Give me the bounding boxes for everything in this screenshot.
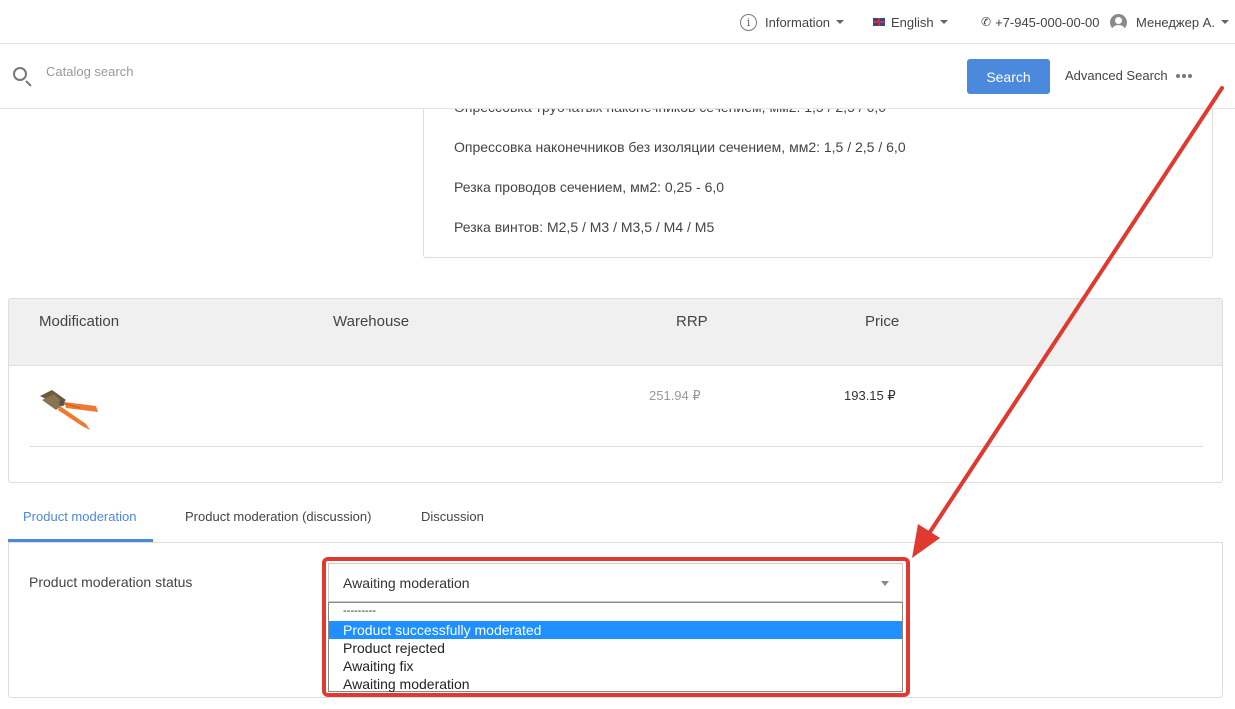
- tab-product-moderation-discussion[interactable]: Product moderation (discussion): [185, 509, 371, 524]
- tab-discussion[interactable]: Discussion: [421, 509, 484, 524]
- modifications-table: Modification Warehouse RRP Price 251.94 …: [8, 298, 1223, 483]
- crimping-pliers-image[interactable]: [36, 384, 102, 434]
- spec-line: Резка винтов: М2,5 / М3 / М3,5 / М4 / М5: [454, 219, 715, 235]
- phone-number: +7-945-000-00-00: [995, 14, 1100, 30]
- phone-link[interactable]: ✆ +7-945-000-00-00: [981, 0, 1100, 44]
- chevron-down-icon: [1220, 20, 1229, 24]
- spec-line: Резка проводов сечением, мм2: 0,25 - 6,0: [454, 179, 725, 195]
- option-rejected[interactable]: Product rejected: [329, 639, 902, 657]
- chevron-down-icon: [836, 20, 845, 24]
- option-empty[interactable]: ---------: [329, 604, 902, 622]
- top-bar: i Information English ✆ +7-945-000-00-00…: [0, 0, 1235, 44]
- column-header-price: Price: [865, 313, 900, 330]
- column-header-warehouse: Warehouse: [333, 313, 410, 330]
- option-awaiting-fix[interactable]: Awaiting fix: [329, 657, 902, 675]
- search-bar: Search Advanced Search: [0, 44, 1235, 109]
- user-name: Менеджер А.: [1136, 14, 1215, 30]
- info-icon: i: [740, 13, 757, 31]
- spec-line: Опрессовка наконечников без изоляции сеч…: [454, 139, 906, 155]
- option-awaiting-moderation[interactable]: Awaiting moderation: [329, 675, 902, 693]
- row-divider: [30, 446, 1203, 447]
- moderation-status-select[interactable]: Awaiting moderation: [328, 563, 903, 602]
- uk-flag-icon: [873, 18, 885, 26]
- option-successfully-moderated[interactable]: Product successfully moderated: [329, 621, 902, 639]
- chevron-down-icon: [939, 20, 948, 24]
- price-value: 193.15 ₽: [844, 388, 896, 403]
- table-header: Modification Warehouse RRP Price: [9, 299, 1222, 366]
- search-icon: [13, 67, 27, 81]
- rrp-value: 251.94 ₽: [649, 388, 701, 403]
- user-avatar-icon: [1110, 13, 1127, 31]
- dropdown-arrow-icon: [881, 581, 889, 586]
- language-label: English: [891, 14, 934, 30]
- moderation-status-label: Product moderation status: [29, 574, 193, 590]
- information-menu[interactable]: i Information: [740, 0, 845, 44]
- language-menu[interactable]: English: [873, 0, 948, 44]
- advanced-search-label: Advanced Search: [1065, 68, 1168, 83]
- catalog-search-input[interactable]: [46, 64, 646, 79]
- tab-product-moderation[interactable]: Product moderation: [23, 509, 136, 524]
- phone-icon: ✆: [981, 15, 992, 29]
- advanced-search-link[interactable]: Advanced Search: [1065, 68, 1192, 83]
- moderation-status-options: --------- Product successfully moderated…: [328, 602, 903, 692]
- information-label: Information: [765, 14, 831, 30]
- user-menu[interactable]: Менеджер А.: [1110, 0, 1229, 44]
- search-button[interactable]: Search: [967, 59, 1050, 94]
- select-current-value: Awaiting moderation: [343, 574, 470, 591]
- column-header-modification: Modification: [39, 313, 120, 330]
- more-icon: [1175, 73, 1192, 78]
- column-header-rrp: RRP: [676, 313, 708, 330]
